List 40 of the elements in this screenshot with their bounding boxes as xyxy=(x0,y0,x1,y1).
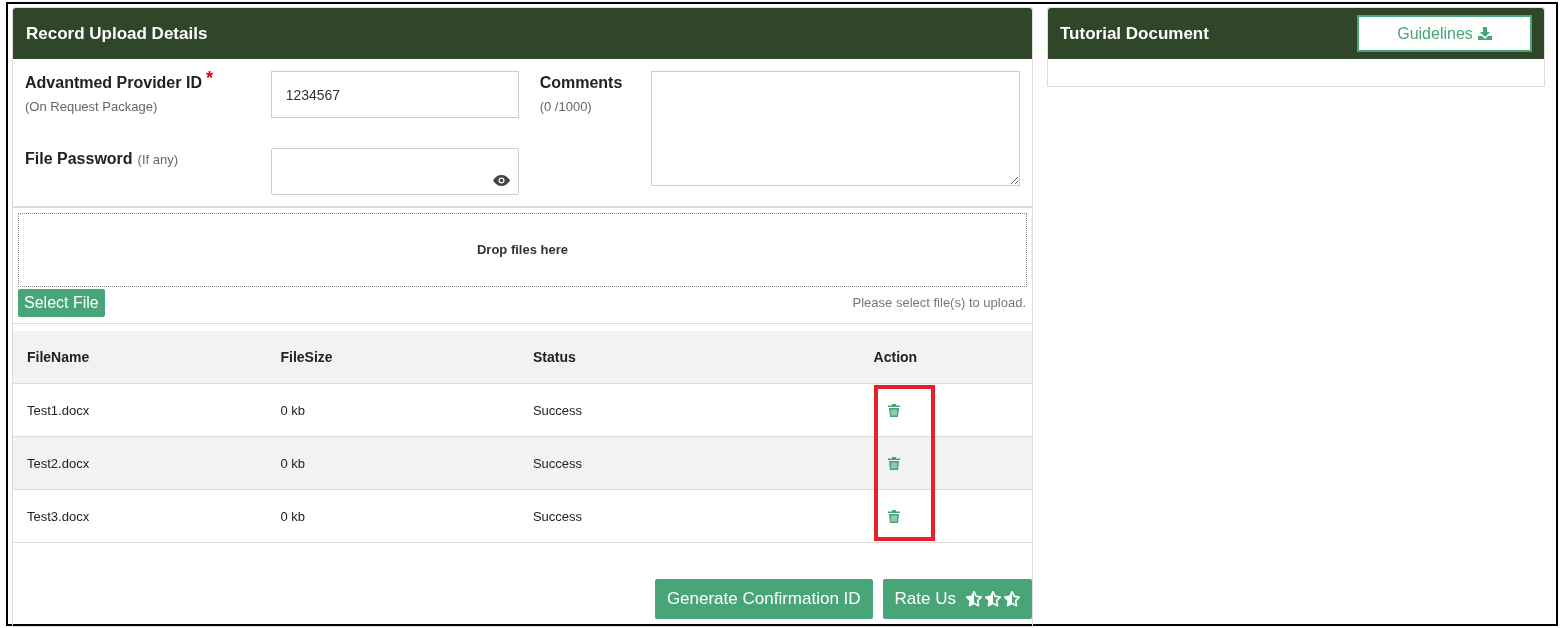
upload-hint: Please select file(s) to upload. xyxy=(852,294,1027,313)
select-file-button[interactable]: Select File xyxy=(18,289,105,317)
input-field[interactable]: 1234567 xyxy=(270,71,519,118)
password-field[interactable] xyxy=(270,148,519,195)
panel-title: Tutorial Document xyxy=(1060,22,1209,45)
trash-icon[interactable] xyxy=(888,403,901,417)
field-hint: (If any) xyxy=(137,150,179,169)
rate-us-button[interactable]: Rate Us xyxy=(882,579,1032,619)
column-header: Status xyxy=(532,347,577,367)
field-label: File Password xyxy=(25,148,133,169)
table-cell: 0 kb xyxy=(280,456,305,471)
star-icon xyxy=(966,591,982,607)
drop-zone-text: Drop files here xyxy=(477,241,568,260)
star-icon xyxy=(985,591,1001,607)
table-cell: 0 kb xyxy=(280,403,305,418)
column-header: FileSize xyxy=(280,347,334,367)
eye-icon[interactable] xyxy=(492,175,510,186)
column-header: FileName xyxy=(27,347,91,367)
field-label: Advantmed Provider ID xyxy=(25,73,202,93)
star-icon xyxy=(1004,591,1020,607)
column-header: Action xyxy=(873,347,919,367)
drop-zone[interactable]: Drop files here xyxy=(18,213,1027,287)
character-counter: (0 /1000) xyxy=(539,98,593,116)
field-hint: (On Request Package) xyxy=(25,98,159,116)
table-cell: Test1.docx xyxy=(27,403,90,418)
field-label: Comments xyxy=(539,73,624,93)
comments-field[interactable] xyxy=(650,71,1020,186)
table-cell: 0 kb xyxy=(280,509,305,524)
table-cell: Test2.docx xyxy=(27,456,90,471)
panel-title: Record Upload Details xyxy=(26,22,208,45)
download-icon xyxy=(1477,27,1492,40)
trash-icon[interactable] xyxy=(888,509,901,523)
table-cell: Test3.docx xyxy=(27,509,90,524)
table-cell: Success xyxy=(532,403,583,418)
table-cell: Success xyxy=(532,456,583,471)
required-mark: * xyxy=(205,71,213,85)
generate-button[interactable]: Generate Confirmation ID xyxy=(654,579,873,619)
trash-icon[interactable] xyxy=(888,456,901,470)
table-cell: Success xyxy=(532,509,583,524)
guidelines-button[interactable]: Guidelines xyxy=(1357,15,1532,52)
